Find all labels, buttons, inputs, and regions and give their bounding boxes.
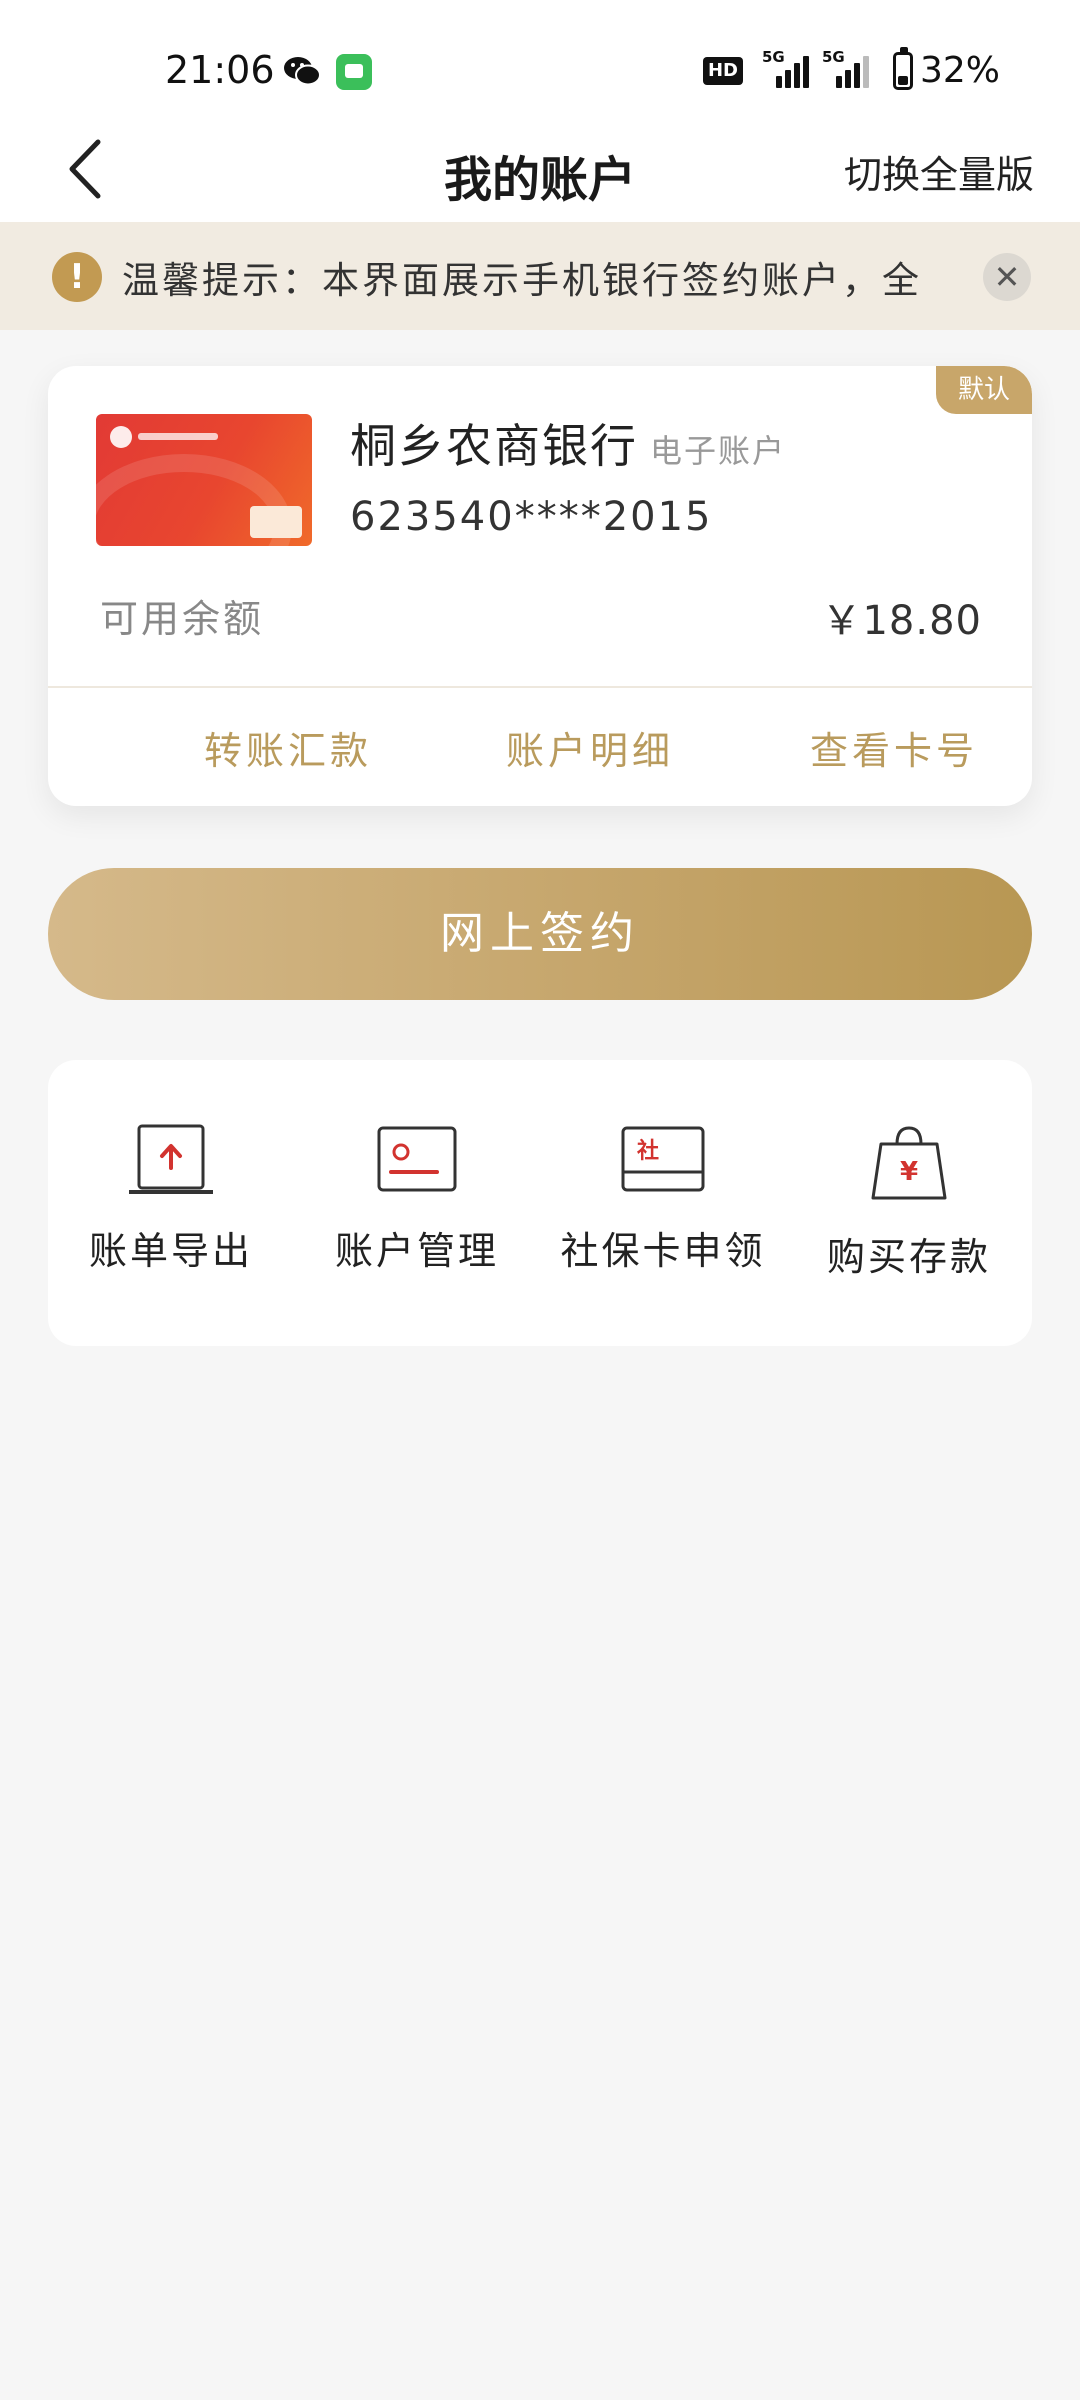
exclamation-icon: ! — [52, 252, 102, 302]
balance-value: ￥18.80 — [821, 598, 982, 644]
signal-icon-sim2: 5G — [822, 48, 870, 88]
yuan-glyph: ¥ — [900, 1157, 918, 1187]
service-buy-deposit[interactable]: ¥ 购买存款 — [786, 1124, 1032, 1281]
divider — [48, 686, 1032, 688]
service-label: 账户管理 — [334, 1229, 499, 1273]
switch-full-version-link[interactable]: 切换全量版 — [844, 144, 1034, 199]
view-card-number-button[interactable]: 查看卡号 — [764, 720, 1024, 775]
default-badge: 默认 — [936, 366, 1032, 414]
account-type: 电子账户 — [650, 432, 787, 470]
services-panel: 账单导出 账户管理 社 社保卡申领 ¥ 购买存款 — [48, 1060, 1032, 1346]
notice-text: 温馨提示：本界面展示手机银行签约账户，全 — [122, 259, 922, 302]
nav-bar: 我的账户 切换全量版 — [0, 120, 1080, 222]
bank-name-row: 桐乡农商银行 电子账户 — [350, 410, 786, 476]
battery-icon — [893, 47, 913, 90]
status-time: 21:06 — [165, 48, 275, 92]
account-card[interactable]: 默认 桐乡农商银行 电子账户 623540****2015 可用余额 ￥18.80… — [48, 366, 1032, 806]
bank-name: 桐乡农商银行 — [350, 419, 638, 473]
laptop-upload-icon — [129, 1124, 213, 1194]
signal-icon-sim1: 5G — [762, 48, 810, 88]
account-details-button[interactable]: 账户明细 — [460, 720, 720, 775]
service-social-security-card[interactable]: 社 社保卡申领 — [540, 1124, 786, 1275]
bank-card-image — [96, 414, 312, 546]
message-app-icon — [336, 54, 372, 90]
status-bar: 21:06 HD 5G 5G 32% — [0, 0, 1080, 120]
close-icon[interactable]: ✕ — [983, 253, 1031, 301]
id-card-icon — [377, 1126, 457, 1192]
transfer-button[interactable]: 转账汇款 — [158, 720, 418, 775]
social-security-card-icon: 社 — [621, 1126, 705, 1192]
service-label: 社保卡申领 — [560, 1229, 766, 1273]
service-bill-export[interactable]: 账单导出 — [48, 1124, 294, 1275]
balance-label: 可用余额 — [100, 597, 265, 641]
unionpay-logo-icon — [250, 506, 302, 538]
service-label: 账单导出 — [88, 1229, 253, 1273]
card-number: 623540****2015 — [350, 494, 713, 540]
shopping-bag-yuan-icon: ¥ — [871, 1126, 947, 1200]
battery-fill — [898, 76, 908, 85]
hd-voice-icon: HD — [703, 57, 743, 85]
battery-percent: 32% — [920, 50, 1001, 91]
social-security-glyph: 社 — [637, 1138, 659, 1164]
notice-banner: ! 温馨提示：本界面展示手机银行签约账户，全 ✕ — [0, 222, 1080, 330]
service-account-management[interactable]: 账户管理 — [294, 1124, 540, 1275]
wechat-icon — [284, 57, 321, 86]
online-signing-button[interactable]: 网上签约 — [48, 868, 1032, 1000]
service-label: 购买存款 — [826, 1235, 991, 1279]
